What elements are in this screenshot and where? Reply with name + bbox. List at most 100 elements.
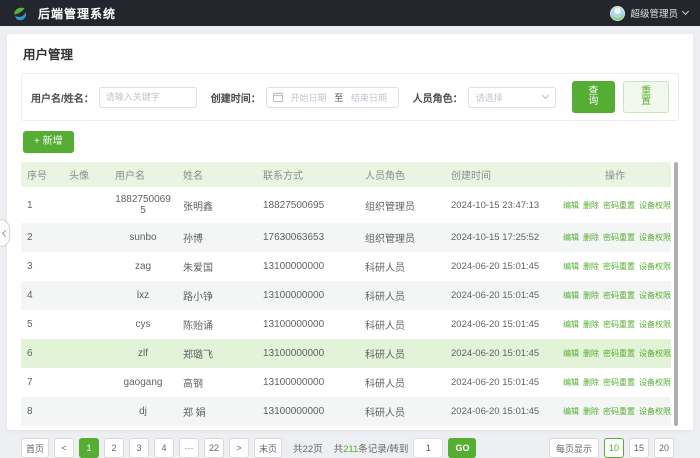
date-range-picker[interactable]: 开始日期 至 结束日期 (266, 87, 399, 108)
page-ellipsis[interactable]: ··· (179, 438, 199, 458)
device-permission-link[interactable]: 设备权限 (639, 320, 671, 329)
role-select[interactable]: 请选择 (468, 87, 556, 108)
edit-link[interactable]: 编辑 (563, 378, 579, 387)
delete-link[interactable]: 删除 (583, 407, 599, 416)
cell-phone: 13100000000 (257, 339, 359, 368)
cell-name: 孙博 (177, 223, 257, 252)
cell-phone: 13100000000 (257, 252, 359, 281)
cell-no: 6 (21, 339, 63, 368)
vertical-scrollbar[interactable] (674, 162, 678, 426)
table-body: 118827500695张明鑫18827500695组织管理员2024-10-1… (21, 187, 671, 426)
device-permission-link[interactable]: 设备权限 (639, 201, 671, 210)
password-reset-link[interactable]: 密码重置 (603, 407, 635, 416)
cell-role: 科研人员 (359, 310, 445, 339)
cell-username: zag (109, 252, 177, 281)
edit-link[interactable]: 编辑 (563, 201, 579, 210)
jump-page-input[interactable] (413, 438, 443, 458)
app-logo-icon (12, 5, 29, 22)
edit-link[interactable]: 编辑 (563, 262, 579, 271)
device-permission-link[interactable]: 设备权限 (639, 378, 671, 387)
column-header-5: 人员角色 (359, 162, 445, 187)
edit-link[interactable]: 编辑 (563, 233, 579, 242)
cell-created: 2024-10-15 17:25:52 (445, 223, 559, 252)
page-size-10[interactable]: 10 (604, 438, 624, 458)
user-name: 超级管理员 (630, 6, 678, 20)
cell-avatar (63, 187, 109, 223)
device-permission-link[interactable]: 设备权限 (639, 407, 671, 416)
page-size-label: 每页显示 (549, 438, 599, 458)
column-header-1: 头像 (63, 162, 109, 187)
cell-no: 2 (21, 223, 63, 252)
device-permission-link[interactable]: 设备权限 (639, 233, 671, 242)
cell-role: 组织管理员 (359, 187, 445, 223)
cell-username: sunbo (109, 223, 177, 252)
delete-link[interactable]: 删除 (583, 262, 599, 271)
password-reset-link[interactable]: 密码重置 (603, 262, 635, 271)
cell-phone: 13100000000 (257, 281, 359, 310)
page-size-15[interactable]: 15 (629, 438, 649, 458)
table-row: 8dj郑 娟13100000000科研人员2024-06-20 15:01:45… (21, 397, 671, 426)
password-reset-link[interactable]: 密码重置 (603, 201, 635, 210)
last-page-button[interactable]: 末页 (254, 438, 282, 458)
cell-role: 科研人员 (359, 339, 445, 368)
start-date-placeholder[interactable]: 开始日期 (286, 91, 331, 104)
edit-link[interactable]: 编辑 (563, 349, 579, 358)
chevron-down-icon (682, 8, 689, 15)
delete-link[interactable]: 删除 (583, 233, 599, 242)
cell-created: 2024-06-20 15:01:45 (445, 397, 559, 426)
pagination-bar: 首页 < 1234···22 > 末页 共22页 共211条记录/转到 GO 每… (21, 438, 679, 458)
edit-link[interactable]: 编辑 (563, 291, 579, 300)
chevron-left-icon (2, 229, 9, 236)
page-size-20[interactable]: 20 (654, 438, 674, 458)
reset-button[interactable]: 重置 (623, 81, 669, 113)
first-page-button[interactable]: 首页 (21, 438, 49, 458)
prev-page-button[interactable]: < (54, 438, 74, 458)
user-table-wrap: 序号头像用户名姓名联系方式人员角色创建时间操作 118827500695张明鑫1… (21, 162, 679, 426)
password-reset-link[interactable]: 密码重置 (603, 378, 635, 387)
user-menu[interactable]: 超级管理员 (610, 6, 688, 21)
next-page-button[interactable]: > (229, 438, 249, 458)
page-button-22[interactable]: 22 (204, 438, 224, 458)
page-button-1[interactable]: 1 (79, 438, 99, 458)
cell-username: cys (109, 310, 177, 339)
cell-phone: 17630063653 (257, 223, 359, 252)
device-permission-link[interactable]: 设备权限 (639, 291, 671, 300)
table-row: 5cys陈贻诵13100000000科研人员2024-06-20 15:01:4… (21, 310, 671, 339)
records-prefix: 共 (334, 444, 344, 455)
column-header-3: 姓名 (177, 162, 257, 187)
delete-link[interactable]: 删除 (583, 349, 599, 358)
edit-link[interactable]: 编辑 (563, 407, 579, 416)
add-user-button[interactable]: + 新增 (23, 131, 74, 153)
table-row: 6zlf郑璐飞13100000000科研人员2024-06-20 15:01:4… (21, 339, 671, 368)
password-reset-link[interactable]: 密码重置 (603, 233, 635, 242)
device-permission-link[interactable]: 设备权限 (639, 262, 671, 271)
role-filter-label: 人员角色： (413, 90, 463, 105)
username-filter-input[interactable] (99, 87, 197, 108)
table-row: 7gaogang高钢13100000000科研人员2024-06-20 15:0… (21, 368, 671, 397)
end-date-placeholder[interactable]: 结束日期 (346, 91, 391, 104)
password-reset-link[interactable]: 密码重置 (603, 320, 635, 329)
delete-link[interactable]: 删除 (583, 378, 599, 387)
page-button-2[interactable]: 2 (104, 438, 124, 458)
app-title: 后端管理系统 (38, 5, 116, 22)
cell-phone: 13100000000 (257, 368, 359, 397)
records-count: 211 (343, 444, 358, 455)
table-row: 2sunbo孙博17630063653组织管理员2024-10-15 17:25… (21, 223, 671, 252)
total-records-text: 共211条记录/转到 (334, 441, 409, 455)
page-button-3[interactable]: 3 (129, 438, 149, 458)
edit-link[interactable]: 编辑 (563, 320, 579, 329)
delete-link[interactable]: 删除 (583, 291, 599, 300)
password-reset-link[interactable]: 密码重置 (603, 291, 635, 300)
password-reset-link[interactable]: 密码重置 (603, 349, 635, 358)
page-button-4[interactable]: 4 (154, 438, 174, 458)
cell-created: 2024-06-20 15:01:45 (445, 281, 559, 310)
go-button[interactable]: GO (448, 438, 476, 458)
cell-name: 朱爱国 (177, 252, 257, 281)
cell-role: 科研人员 (359, 281, 445, 310)
search-button[interactable]: 查询 (572, 81, 616, 113)
delete-link[interactable]: 删除 (583, 320, 599, 329)
delete-link[interactable]: 删除 (583, 201, 599, 210)
role-select-placeholder: 请选择 (476, 91, 503, 104)
table-row: 3zag朱爱国13100000000科研人员2024-06-20 15:01:4… (21, 252, 671, 281)
device-permission-link[interactable]: 设备权限 (639, 349, 671, 358)
